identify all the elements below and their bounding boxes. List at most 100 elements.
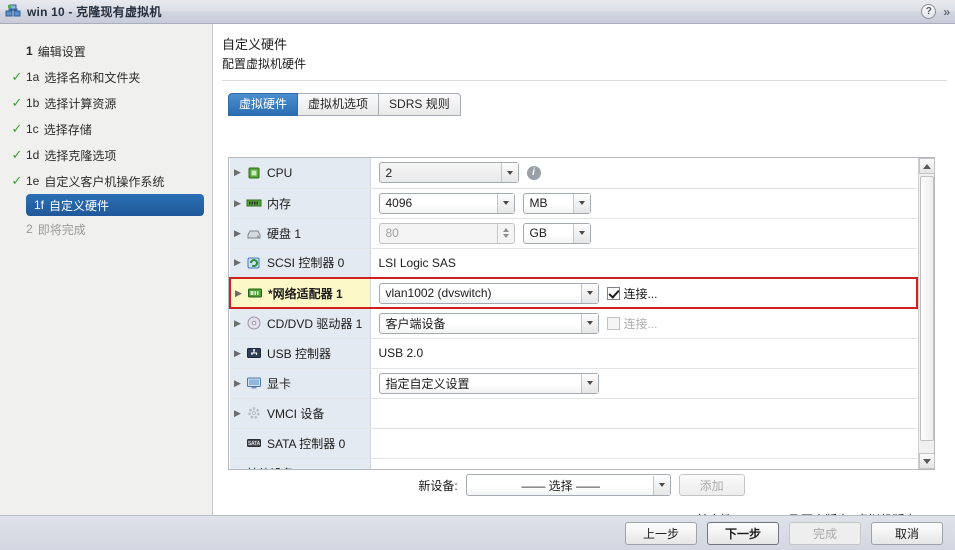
cddvd-icon	[246, 315, 262, 331]
device-unit-select[interactable]: GB	[522, 222, 591, 244]
device-name-cell: ▶ VMCI 设备	[230, 398, 371, 429]
vertical-scrollbar[interactable]	[918, 158, 935, 469]
harddisk-icon	[246, 225, 262, 241]
sidebar-step-2[interactable]: 2 即将完成	[0, 216, 212, 242]
device-row[interactable]: ▶ SCSI 控制器 0 LSI Logic SAS	[230, 248, 917, 279]
scsi-icon	[246, 255, 262, 271]
device-row[interactable]: ▶ 硬盘 1 80 GB	[230, 218, 917, 249]
device-row[interactable]: ▶ USB 控制器 USB 2.0	[230, 338, 917, 369]
device-row[interactable]: ▶ VMCI 设备	[230, 398, 917, 429]
expand-arrow-icon[interactable]: ▶	[234, 348, 246, 359]
device-row[interactable]: ▶ *网络适配器 1 vlan1002 (dvswitch) 连接...	[229, 277, 918, 309]
chevron-down-icon	[580, 313, 598, 333]
device-row[interactable]: ▶ 显卡 指定自定义设置	[230, 368, 917, 399]
device-value-select[interactable]: 指定自定义设置	[378, 372, 599, 394]
page-title: 自定义硬件	[222, 37, 288, 52]
titlebar-actions: ? »	[921, 4, 955, 19]
device-name-cell: ▶ 显卡	[230, 368, 371, 399]
device-name-label: 硬盘 1	[267, 226, 302, 241]
sidebar-step-1b[interactable]: ✓ 1b 选择计算资源	[0, 90, 212, 116]
finish-button: 完成	[789, 521, 861, 545]
expand-arrow-icon[interactable]: ▶	[235, 288, 247, 299]
expand-arrow-icon[interactable]: ▶	[234, 228, 246, 239]
sidebar-step-1f[interactable]: 1f 自定义硬件	[26, 194, 204, 216]
device-name-cell: ▶ SCSI 控制器 0	[230, 248, 371, 279]
add-device-button[interactable]: 添加	[678, 474, 745, 496]
device-value-select[interactable]: 客户端设备	[378, 312, 599, 334]
device-row[interactable]: ▶ CD/DVD 驱动器 1 客户端设备 连接...	[230, 308, 917, 339]
device-value-text: 2	[385, 165, 393, 180]
scroll-down-button[interactable]	[919, 453, 935, 469]
expand-arrow-icon[interactable]: ▶	[234, 257, 246, 268]
new-device-row: 新设备: —— 选择 —— 添加	[228, 474, 935, 496]
scroll-down-icon	[923, 458, 931, 464]
checkbox-label: 连接...	[623, 316, 658, 331]
step-number: 1	[26, 44, 33, 58]
back-button[interactable]: 上一步	[625, 521, 697, 545]
device-unit-select[interactable]: MB	[522, 192, 591, 214]
step-number: 1b	[26, 96, 40, 110]
expand-arrow-icon[interactable]: ▶	[234, 318, 246, 329]
chevron-down-icon	[580, 373, 598, 393]
device-row[interactable]: ▶ 内存 4096 MB	[230, 188, 917, 219]
step-number: 1f	[34, 198, 45, 212]
device-name-label: 显卡	[267, 376, 292, 391]
expand-chevron-icon[interactable]: »	[943, 6, 950, 18]
device-name-cell: ▶SATA SATA 控制器 0	[230, 428, 371, 459]
tab-虚拟机选项[interactable]: 虚拟机选项	[298, 93, 380, 116]
expand-arrow-icon[interactable]: ▶	[234, 408, 246, 419]
window-title: win 10 - 克隆现有虚拟机	[27, 5, 162, 19]
sidebar-step-1c[interactable]: ✓ 1c 选择存储	[0, 116, 212, 142]
sidebar-step-1d[interactable]: ✓ 1d 选择克隆选项	[0, 142, 212, 168]
tab-SDRS 规则[interactable]: SDRS 规则	[379, 93, 461, 116]
chevron-down-icon	[500, 163, 518, 183]
expand-arrow-icon: ▶	[234, 438, 246, 449]
new-device-selected-value: —— 选择 ——	[521, 478, 600, 493]
title-bar: win 10 - 克隆现有虚拟机 ? »	[0, 0, 955, 24]
device-name-cell: ▶ USB 控制器	[230, 338, 371, 369]
new-device-dropdown-icon	[652, 475, 670, 495]
new-device-select[interactable]: —— 选择 ——	[465, 474, 671, 496]
checkbox-box[interactable]	[606, 286, 620, 300]
device-name-label: 其他设备	[246, 465, 294, 470]
expand-arrow-icon[interactable]: ▶	[234, 198, 246, 209]
scrollbar-thumb[interactable]	[920, 176, 934, 441]
header-divider	[222, 80, 947, 81]
disk-size-input[interactable]: 80	[378, 222, 515, 244]
device-row[interactable]: ▶其他设备	[230, 458, 917, 469]
device-value-select[interactable]: 2	[378, 162, 519, 184]
spinner-icon[interactable]	[496, 223, 514, 243]
step-label: 自定义硬件	[49, 198, 110, 213]
device-name-cell: ▶ CD/DVD 驱动器 1	[230, 308, 371, 339]
usb-icon	[246, 345, 262, 361]
wizard-window: win 10 - 克隆现有虚拟机 ? » 1 编辑设置 ✓ 1a 选择名称和文件夹 ✓ 1b…	[0, 0, 955, 550]
expand-arrow-icon[interactable]: ▶	[234, 167, 246, 178]
device-value-select[interactable]: 4096	[378, 192, 515, 214]
step-number: 1d	[26, 148, 40, 162]
info-icon[interactable]: i	[526, 165, 541, 180]
expand-arrow-icon[interactable]: ▶	[234, 378, 246, 389]
connect-checkbox[interactable]: 连接...	[606, 285, 658, 302]
device-row[interactable]: ▶SATA SATA 控制器 0	[230, 428, 917, 459]
device-name-label: SATA 控制器 0	[267, 436, 346, 451]
device-value-text: USB 2.0	[378, 346, 424, 360]
device-value-cell: LSI Logic SAS	[370, 248, 917, 279]
device-row[interactable]: ▶ CPU 2 i	[230, 158, 917, 189]
help-icon[interactable]: ?	[921, 4, 937, 19]
chevron-down-icon	[572, 193, 590, 213]
expand-arrow-icon[interactable]: ▶	[234, 468, 246, 470]
scroll-up-button[interactable]	[919, 158, 935, 174]
sidebar-step-1a[interactable]: ✓ 1a 选择名称和文件夹	[0, 64, 212, 90]
device-value-cell: 客户端设备 连接...	[370, 308, 917, 339]
device-value-text: LSI Logic SAS	[378, 255, 456, 270]
cancel-button[interactable]: 取消	[871, 521, 943, 545]
sidebar-step-1e[interactable]: ✓ 1e 自定义客户机操作系统	[0, 168, 212, 194]
sidebar-step-1[interactable]: 1 编辑设置	[0, 38, 212, 64]
next-button[interactable]: 下一步	[707, 521, 779, 545]
clone-vm-icon	[5, 4, 21, 20]
device-scroll-area: ▶ CPU 2 i ▶ 内存 4096 MB ▶ 硬盘 1 80 GB ▶ SCSI 控制器 0 LSI L…	[229, 158, 918, 469]
device-value-cell: 2i	[370, 158, 917, 189]
device-name-label: USB 控制器	[267, 346, 332, 361]
device-value-select[interactable]: vlan1002 (dvswitch)	[378, 282, 599, 304]
tab-虚拟硬件[interactable]: 虚拟硬件	[228, 93, 299, 116]
